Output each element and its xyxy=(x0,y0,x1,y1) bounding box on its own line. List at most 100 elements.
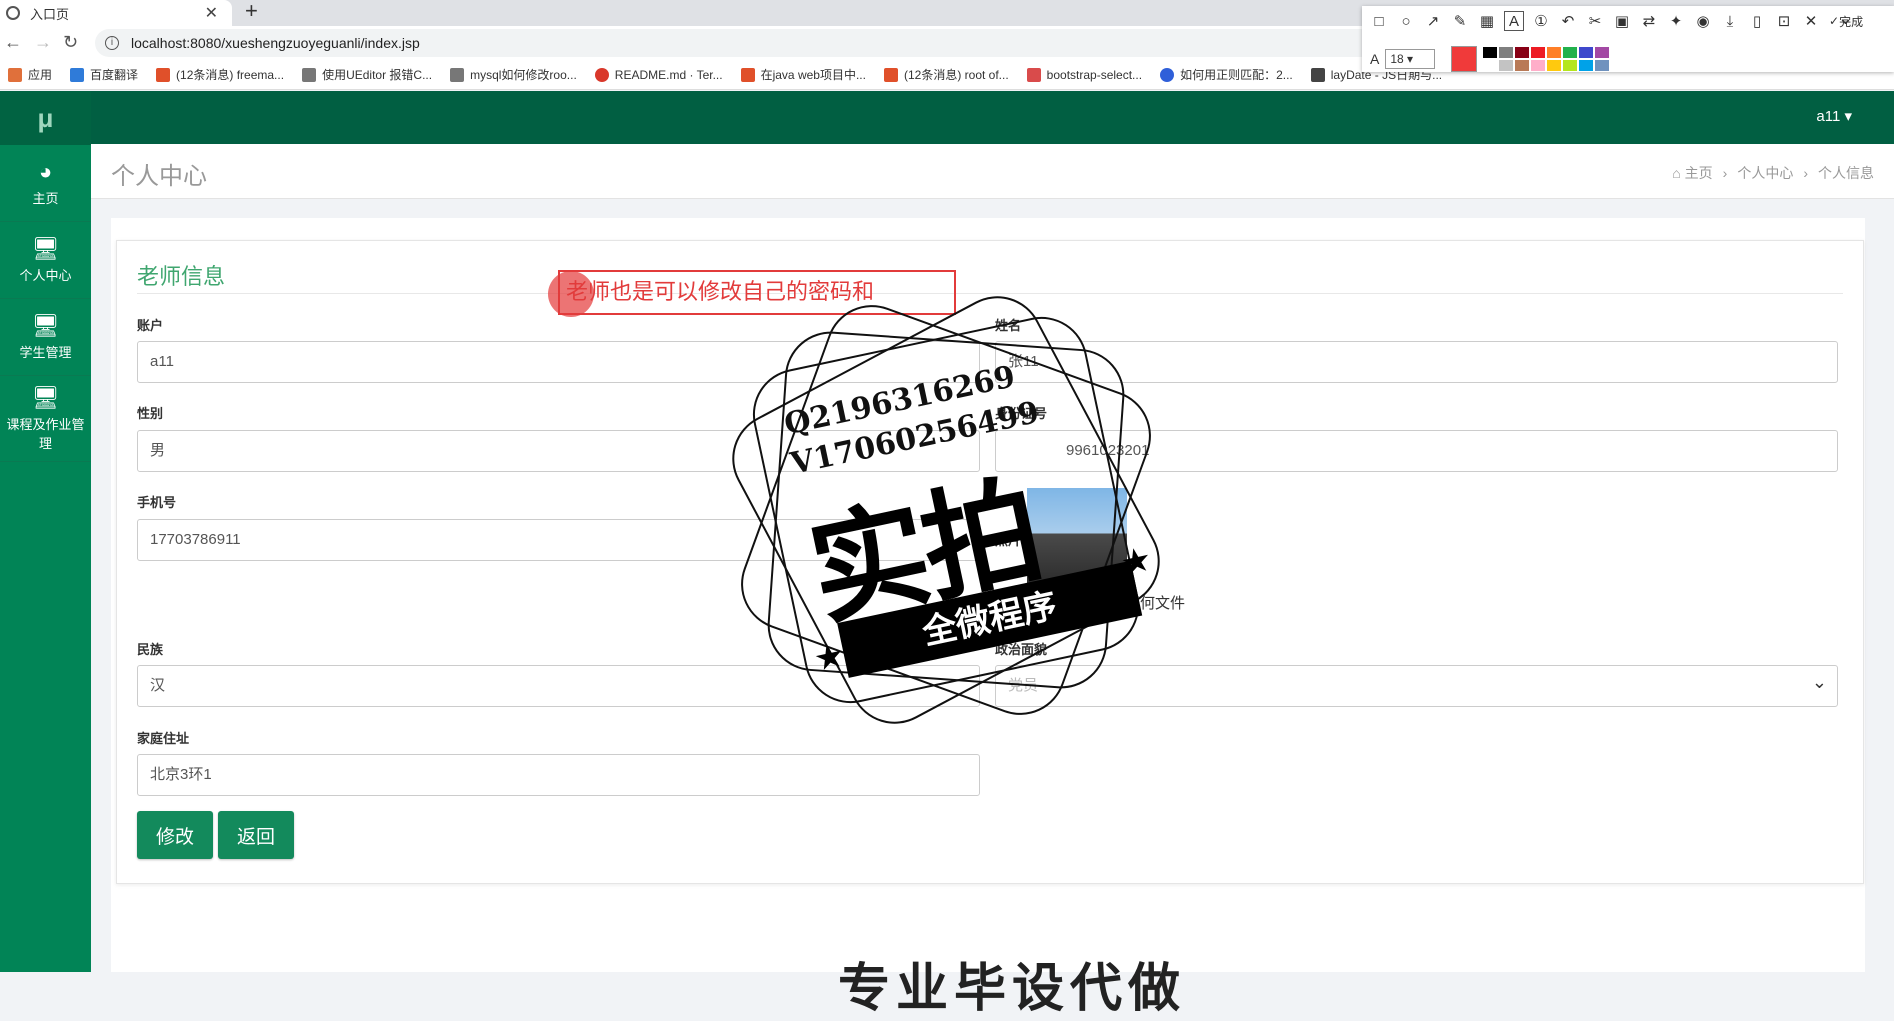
bookmark-label: 应用 xyxy=(28,68,53,82)
scissors-icon[interactable]: ✂ xyxy=(1586,12,1604,30)
color-swatch[interactable] xyxy=(1579,47,1594,58)
current-color-swatch[interactable] xyxy=(1451,46,1478,72)
page-title: 个人中心 xyxy=(111,163,207,190)
phone-icon[interactable]: ▯ xyxy=(1748,12,1766,30)
csdn-icon xyxy=(740,67,755,82)
color-swatch[interactable] xyxy=(1595,60,1610,71)
breadcrumb-home[interactable]: 主页 xyxy=(1685,165,1713,181)
address-label: 家庭住址 xyxy=(137,731,190,746)
font-size-select[interactable]: 18 ▾ xyxy=(1385,49,1436,69)
close-tab-icon[interactable]: ✕ xyxy=(205,3,218,23)
bookmark-item[interactable]: 百度翻译 xyxy=(70,66,138,83)
bookmark-item[interactable]: bootstrap-select... xyxy=(1026,67,1142,82)
breadcrumb: ⌂ 主页 › 个人中心 › 个人信息 xyxy=(1672,163,1874,183)
image-icon[interactable]: ▣ xyxy=(1613,12,1631,30)
ellipse-tool-icon[interactable]: ○ xyxy=(1397,12,1415,30)
color-swatch[interactable] xyxy=(1515,47,1530,58)
info-icon[interactable]: i xyxy=(105,36,119,50)
arrow-tool-icon[interactable]: ↗ xyxy=(1424,12,1442,30)
close-icon[interactable]: ✕ xyxy=(1802,12,1820,30)
forward-icon[interactable]: → xyxy=(34,32,52,53)
color-swatch[interactable] xyxy=(1483,60,1498,71)
sidebar-item-label: 主页 xyxy=(32,190,59,206)
rectangle-tool-icon[interactable]: □ xyxy=(1370,12,1388,30)
bookmark-label: 百度翻译 xyxy=(90,68,139,82)
site-icon xyxy=(450,67,465,82)
sidebar-item-students[interactable]: 🖥 学生管理 xyxy=(0,299,91,376)
bookmark-item[interactable]: README.md · Ter... xyxy=(594,67,723,82)
app-logo[interactable]: μ xyxy=(0,91,91,145)
color-swatch[interactable] xyxy=(1563,60,1578,71)
pin-icon[interactable]: ✦ xyxy=(1667,12,1685,30)
undo-icon[interactable]: ↶ xyxy=(1559,12,1577,30)
color-swatch[interactable] xyxy=(1515,60,1530,71)
sidebar-item-label: 个人中心 xyxy=(19,267,72,283)
reload-icon[interactable]: ↻ xyxy=(63,32,78,53)
font-size-value: 18 xyxy=(1390,52,1404,66)
bookmark-item[interactable]: 在java web项目中... xyxy=(740,66,866,83)
bookmark-label: 如何用正则匹配：2... xyxy=(1180,68,1293,82)
sidebar-item-profile[interactable]: 🖥 个人中心 xyxy=(0,222,91,299)
user-menu[interactable]: a11 ▾ xyxy=(1816,107,1852,125)
color-swatch[interactable] xyxy=(1531,47,1546,58)
color-palette xyxy=(1483,47,1610,71)
apps-grid-icon xyxy=(8,67,22,82)
breadcrumb-current: 个人信息 xyxy=(1818,165,1874,181)
color-swatch[interactable] xyxy=(1499,60,1514,71)
color-swatch[interactable] xyxy=(1499,47,1514,58)
chevron-right-icon: › xyxy=(1803,165,1808,181)
account-label: 账户 xyxy=(137,318,164,333)
site-icon xyxy=(1310,67,1325,82)
gender-label: 性别 xyxy=(137,406,164,421)
csdn-icon xyxy=(883,67,898,82)
color-swatch[interactable] xyxy=(1579,60,1594,71)
download-icon[interactable]: ⤓ xyxy=(1721,12,1739,30)
bookmark-label: 在java web项目中... xyxy=(760,68,866,82)
color-swatch[interactable] xyxy=(1547,47,1562,58)
color-swatch[interactable] xyxy=(1531,60,1546,71)
dashboard-icon: ◕ xyxy=(38,158,53,184)
new-tab-icon[interactable]: + xyxy=(245,0,258,24)
breadcrumb-center[interactable]: 个人中心 xyxy=(1737,165,1793,181)
page-header: 个人中心 ⌂ 主页 › 个人中心 › 个人信息 xyxy=(91,144,1894,199)
monitor-icon: 🖥 xyxy=(31,312,60,338)
color-swatch[interactable] xyxy=(1483,47,1498,58)
bookmark-item[interactable]: (12条消息) root of... xyxy=(883,66,1009,83)
bookmark-item[interactable]: (12条消息) freema... xyxy=(156,66,284,83)
pen-tool-icon[interactable]: ✎ xyxy=(1451,12,1469,30)
csdn-icon xyxy=(156,67,171,82)
sidebar-item-home[interactable]: ◕ 主页 xyxy=(0,145,91,222)
bookmark-item[interactable]: mysql如何修改roo... xyxy=(450,66,577,83)
sidebar: μ ◕ 主页 🖥 个人中心 🖥 学生管理 🖥 课程及作业管理 xyxy=(0,91,91,972)
back-icon[interactable]: ← xyxy=(4,32,22,53)
translate-icon xyxy=(70,67,85,82)
bookmark-item[interactable]: 如何用正则匹配：2... xyxy=(1160,66,1293,83)
top-navbar: a11 ▾ xyxy=(91,91,1894,144)
browser-tab[interactable]: 入口页 ✕ xyxy=(0,0,232,26)
site-icon xyxy=(1026,67,1041,82)
text-tool-icon[interactable]: A xyxy=(1504,11,1524,31)
monitor-icon: 🖥 xyxy=(31,235,60,261)
sidebar-item-label: 学生管理 xyxy=(19,344,72,360)
gitee-icon xyxy=(594,67,609,82)
sidebar-item-courses[interactable]: 🖥 课程及作业管理 xyxy=(0,376,91,462)
color-swatch[interactable] xyxy=(1563,47,1578,58)
url-input[interactable]: i localhost:8080/xueshengzuoyeguanli/ind… xyxy=(95,29,1375,57)
bookmark-label: 使用UEditor 报错C... xyxy=(322,68,433,82)
bottom-watermark-text: 专业毕设代做 xyxy=(838,960,1187,1018)
bookmark-item[interactable]: 应用 xyxy=(8,66,52,83)
bookmark-item[interactable]: 使用UEditor 报错C... xyxy=(302,66,432,83)
color-swatch[interactable] xyxy=(1547,60,1562,71)
baidu-paw-icon xyxy=(1160,67,1175,82)
submit-button[interactable]: 修改 xyxy=(137,811,213,859)
mosaic-tool-icon[interactable]: ▦ xyxy=(1478,12,1496,30)
color-swatch[interactable] xyxy=(1595,47,1610,58)
site-icon xyxy=(302,67,317,82)
translate-icon[interactable]: ⇄ xyxy=(1640,12,1658,30)
back-button[interactable]: 返回 xyxy=(218,811,294,859)
number-tool-icon[interactable]: ① xyxy=(1532,12,1550,30)
bookmark-icon[interactable]: ⊡ xyxy=(1775,12,1793,30)
phone-label: 手机号 xyxy=(137,495,177,510)
record-icon[interactable]: ◉ xyxy=(1694,12,1712,30)
font-icon: A xyxy=(1370,51,1380,67)
